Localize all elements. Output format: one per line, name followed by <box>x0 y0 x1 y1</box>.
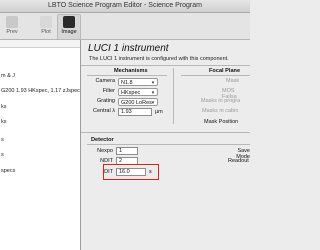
dit-highlight-box <box>103 164 159 180</box>
chevron-down-icon: ▾ <box>151 100 155 106</box>
tree-item[interactable]: G200 1.93 HKspec, 1.17 zJspec <box>1 88 80 94</box>
mask-label: Mask <box>226 78 240 84</box>
tree-item[interactable]: ks <box>1 119 7 125</box>
filter-value: HKspec <box>121 90 141 96</box>
window-title: LBTO Science Program Editor - Science Pr… <box>48 2 202 9</box>
grating-value: G200 LoRes <box>121 100 152 106</box>
plot-icon <box>40 16 52 28</box>
tree-item[interactable]: specs <box>1 168 15 174</box>
grating-label: Grating <box>96 98 115 104</box>
instrument-editor: LUCI 1 instrument The LUCI 1 instrument … <box>81 40 250 250</box>
prev-button-label: Prev <box>6 29 18 35</box>
masks-in-cabinet-label: Masks in cabin <box>202 108 239 114</box>
tree-header <box>0 40 80 48</box>
tree-item[interactable]: ks <box>1 104 7 110</box>
image-icon <box>63 16 75 28</box>
focal-plane-heading: Focal Plane <box>209 68 241 74</box>
camera-select[interactable]: N1.8 ▾ <box>118 78 158 86</box>
grating-select[interactable]: G200 LoRes ▾ <box>118 98 158 106</box>
chevron-down-icon: ▾ <box>151 80 155 86</box>
camera-label: Camera <box>95 78 115 84</box>
central-wavelength-input[interactable]: 1.93 <box>118 108 152 116</box>
detector-divider <box>87 144 250 145</box>
instrument-description: The LUCI 1 instrument is configured with… <box>89 56 229 62</box>
detector-heading: Detector <box>91 137 114 143</box>
nexpo-input[interactable]: 1 <box>116 147 138 155</box>
mechanisms-divider <box>87 75 167 76</box>
focal-plane-divider <box>181 75 250 76</box>
tree-item[interactable]: m & J <box>1 73 15 79</box>
camera-value: N1.8 <box>121 80 133 86</box>
filter-select[interactable]: HKspec ▾ <box>118 88 158 96</box>
nexpo-label: Nexpo <box>97 148 113 154</box>
central-wavelength-unit: µm <box>155 109 163 115</box>
title-bar: LBTO Science Program Editor - Science Pr… <box>0 0 250 13</box>
tree-item[interactable]: s <box>1 152 4 158</box>
program-tree-pane: m & J G200 1.93 HKspec, 1.17 zJspec ks k… <box>0 40 81 250</box>
central-wavelength-label: Central λ <box>92 108 115 114</box>
column-divider <box>173 68 174 124</box>
prev-button[interactable]: Prev <box>1 15 23 39</box>
filter-label: Filter <box>102 88 115 94</box>
mask-position-label: Mask Position <box>204 119 239 125</box>
image-button[interactable]: Image <box>57 14 81 40</box>
readout-label: Readout <box>228 158 249 164</box>
divider <box>81 132 250 133</box>
toolbar: Prev Plot Image <box>0 13 250 40</box>
tree-item[interactable]: s <box>1 137 4 143</box>
divider <box>81 65 250 66</box>
plot-button-label: Plot <box>41 29 51 35</box>
image-button-label: Image <box>61 29 77 35</box>
masks-in-program-label: Masks in progra <box>201 98 241 104</box>
plot-button[interactable]: Plot <box>35 15 57 39</box>
instrument-title: LUCI 1 instrument <box>88 43 169 54</box>
mechanisms-heading: Mechanisms <box>114 68 148 74</box>
prev-icon <box>6 16 18 28</box>
chevron-down-icon: ▾ <box>151 90 155 96</box>
